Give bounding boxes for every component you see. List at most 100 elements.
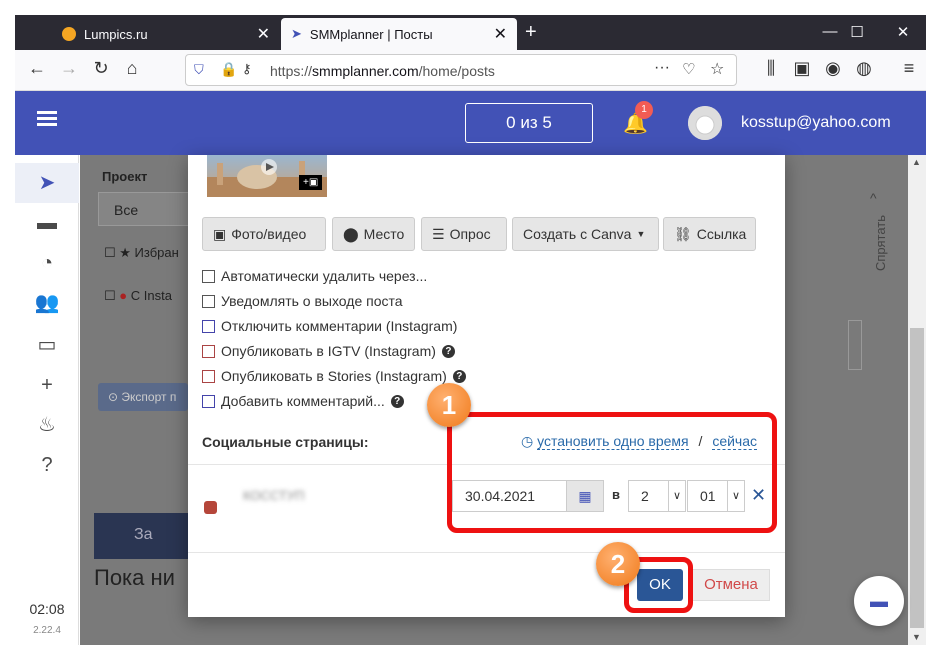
tab-title: Lumpics.ru	[84, 26, 148, 42]
option-label: Опубликовать в IGTV (Instagram)	[221, 343, 436, 359]
photo-video-button[interactable]: ▣ Фото/видео	[202, 217, 326, 251]
tab-title: SMMplanner | Посты	[309, 26, 433, 42]
help-icon[interactable]: ?	[390, 394, 404, 408]
attached-image[interactable]: +▣	[207, 155, 327, 197]
checkbox[interactable]	[202, 294, 215, 308]
key-icon[interactable]: ⚷	[242, 61, 252, 77]
url-host: smmplanner.com	[312, 63, 419, 79]
url-prefix: https://	[270, 63, 313, 79]
poll-button[interactable]: ☰ Опрос	[421, 217, 507, 251]
tab-lumpics[interactable]: Lumpics.ru ✕	[52, 18, 280, 50]
close-tab-icon[interactable]: ✕	[257, 24, 270, 44]
home-icon[interactable]: ⌂	[118, 58, 146, 79]
social-pages-label: Социальные страницы:	[202, 434, 369, 450]
location-button[interactable]: ⬤ Место	[332, 217, 415, 251]
filter-favorites[interactable]: ☐ ★ Избран	[104, 245, 179, 261]
option-label: Автоматически удалить через...	[221, 268, 428, 284]
menu-icon[interactable]: ≡	[895, 58, 923, 79]
filter-instagram-label: С Insta	[130, 288, 172, 303]
post-counter-button[interactable]: 0 из 5	[465, 103, 593, 143]
igtv-option[interactable]: Опубликовать в IGTV (Instagram)?	[202, 343, 455, 359]
send-icon[interactable]: ➤	[15, 163, 79, 203]
scroll-up-icon[interactable]: ▲	[912, 157, 921, 167]
image-icon: ▣	[213, 225, 227, 242]
highlight-box-time	[447, 412, 777, 533]
sidebar-toggle-icon[interactable]: ▣	[788, 58, 816, 79]
cancel-button[interactable]: Отмена	[692, 569, 770, 601]
checkbox[interactable]	[202, 369, 215, 383]
help-icon[interactable]: ?	[452, 369, 466, 383]
credit-card-icon[interactable]: ▭	[15, 325, 79, 365]
user-email[interactable]: kosstup@yahoo.com	[741, 114, 891, 132]
checkbox[interactable]	[202, 394, 215, 408]
disable-comments-option[interactable]: Отключить комментарии (Instagram)	[202, 318, 457, 334]
scrollbar-thumb[interactable]	[910, 328, 924, 628]
checkbox[interactable]	[202, 319, 215, 333]
folder-icon[interactable]: ▬	[15, 203, 79, 243]
step-marker-1: 1	[427, 383, 471, 427]
clock-time: 02:08	[29, 601, 65, 617]
post-editor-modal: +▣ ▣ Фото/видео ⬤ Место ☰ Опрос Создать с C…	[188, 155, 785, 617]
tab-smmplanner[interactable]: ➤ SMMplanner | Посты ✕	[281, 18, 517, 50]
pocket-icon[interactable]: ♡	[682, 60, 695, 78]
filter-instagram[interactable]: ☐ ● С Insta	[104, 288, 172, 304]
close-window-icon[interactable]: ✕	[883, 23, 923, 41]
scroll-down-icon[interactable]: ▼	[912, 632, 921, 642]
reload-icon[interactable]: ↻	[87, 58, 115, 79]
collapse-icon[interactable]: ^	[870, 190, 877, 206]
new-tab-button[interactable]: +	[525, 21, 537, 44]
button-label: Создать с Canva	[523, 226, 632, 242]
help-icon[interactable]: ?	[15, 445, 79, 485]
checkbox[interactable]	[202, 269, 215, 283]
hide-panel-toggle[interactable]: Спрятать	[873, 215, 888, 271]
more-icon[interactable]: ···	[654, 59, 670, 77]
create-post-button[interactable]: За	[94, 513, 189, 559]
divider	[188, 552, 785, 553]
palette-icon[interactable]: ◔	[15, 243, 79, 283]
map-marker-icon: ⬤	[343, 225, 359, 242]
button-label: Место	[363, 226, 405, 242]
forward-icon[interactable]: →	[55, 58, 83, 79]
tab-bar: Lumpics.ru ✕ ➤ SMMplanner | Посты ✕ + — …	[15, 15, 926, 50]
button-label: Фото/видео	[231, 226, 307, 242]
url-text[interactable]: https://smmplanner.com/home/posts	[270, 63, 495, 79]
step-marker-2: 2	[596, 542, 640, 586]
shield-icon[interactable]: ⛉	[194, 62, 204, 78]
fire-icon[interactable]: ♨	[15, 405, 79, 445]
link-button[interactable]: ⛓ Ссылка	[663, 217, 756, 251]
bookmark-star-icon[interactable]: ☆	[710, 59, 724, 79]
users-icon[interactable]: 👥	[15, 283, 79, 323]
auto-delete-option[interactable]: Автоматически удалить через...	[202, 268, 427, 284]
close-tab-icon[interactable]: ✕	[494, 24, 507, 44]
lumpics-favicon-icon	[62, 27, 76, 41]
maximize-icon[interactable]: ☐	[837, 23, 877, 41]
navigation-bar: ← → ↻ ⌂ ⛉ 🔒 ⚷ https://smmplanner.com/hom…	[15, 50, 926, 91]
checkbox[interactable]	[202, 344, 215, 358]
export-label: Экспорт п	[121, 390, 177, 404]
account-name: КОССТУП	[243, 488, 305, 503]
back-icon[interactable]: ←	[23, 58, 51, 79]
url-bar[interactable]: ⛉ 🔒 ⚷ https://smmplanner.com/home/posts …	[185, 54, 737, 86]
library-icon[interactable]: ⫼	[757, 58, 785, 79]
sidebar: ➤ ▬ ◔ 👥 ▭ + ♨ ? 02:08 2.22.4	[15, 155, 79, 645]
notify-option[interactable]: Уведомлять о выходе поста	[202, 293, 403, 309]
lock-icon[interactable]: 🔒	[220, 61, 237, 78]
bg-scroll-track	[848, 320, 862, 370]
add-user-icon[interactable]: +	[15, 365, 79, 405]
stories-option[interactable]: Опубликовать в Stories (Instagram)?	[202, 368, 466, 384]
hamburger-icon[interactable]	[37, 111, 57, 127]
chat-icon[interactable]: ▬	[854, 576, 904, 626]
account-icon[interactable]: ◉	[819, 58, 847, 79]
export-button[interactable]: ⊙ Экспорт п	[98, 383, 188, 411]
project-label: Проект	[102, 169, 148, 184]
help-icon[interactable]: ?	[441, 344, 455, 358]
globe-icon[interactable]: ◍	[850, 58, 878, 79]
avatar[interactable]	[688, 106, 722, 140]
option-label: Опубликовать в Stories (Instagram)	[221, 368, 447, 384]
add-comment-option[interactable]: Добавить комментарий...?	[202, 393, 404, 409]
empty-state-text: Пока ни	[94, 565, 175, 590]
add-image-icon[interactable]: +▣	[299, 175, 323, 190]
canva-button[interactable]: Создать с Canva ▼	[512, 217, 659, 251]
smmplanner-favicon-icon: ➤	[291, 26, 302, 41]
option-label: Добавить комментарий...	[221, 393, 385, 409]
